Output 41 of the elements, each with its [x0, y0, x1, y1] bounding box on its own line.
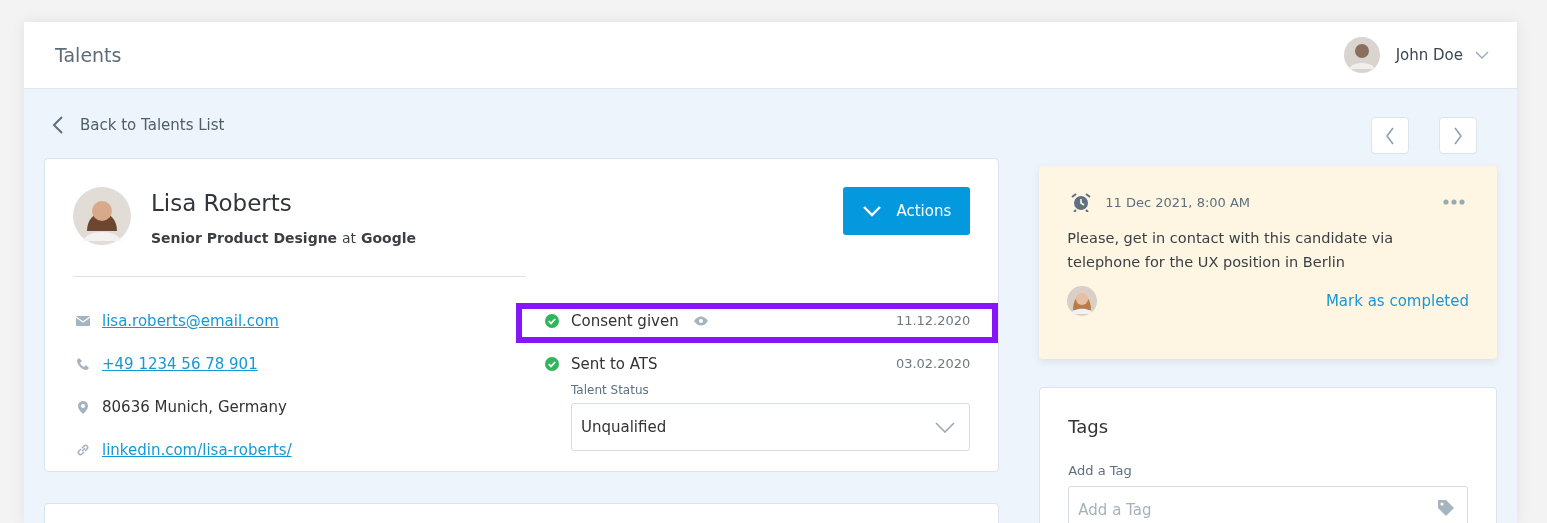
link-icon	[76, 442, 90, 457]
map-pin-icon	[76, 399, 90, 414]
user-name[interactable]: John Doe	[1395, 46, 1463, 64]
phone-icon	[76, 356, 90, 371]
avatar-icon	[73, 187, 131, 245]
contact-text: 80636 Munich, Germany	[102, 397, 287, 416]
contact-link[interactable]: lisa.roberts@email.com	[102, 311, 279, 330]
chevron-down-icon	[862, 205, 883, 217]
mail-icon	[76, 313, 90, 328]
eye-icon[interactable]	[692, 315, 709, 326]
status-date: 03.02.2020	[895, 356, 971, 371]
status-dropdown[interactable]: Unqualified	[571, 403, 971, 451]
more-icon[interactable]	[1443, 199, 1465, 205]
status-label: Sent to ATS	[571, 354, 658, 373]
job-title: Senior Product Designe at Google	[151, 230, 417, 246]
next-button[interactable]	[1439, 117, 1477, 154]
mark-completed-link[interactable]: Mark as completed	[1325, 292, 1469, 310]
reminder-text: Please, get in contact with this candidate via telephone for the UX position in Berlin	[1067, 229, 1395, 272]
avatar-icon	[1067, 286, 1098, 316]
previous-button[interactable]	[1371, 117, 1409, 154]
alarm-clock-icon	[1071, 192, 1092, 212]
tag-icon	[1436, 498, 1456, 518]
actions-button[interactable]: Actions	[843, 187, 971, 235]
status-date: 11.12.2020	[895, 313, 971, 328]
contact-link[interactable]: linkedin.com/lisa-roberts/	[102, 440, 292, 459]
page-title: Talents	[55, 44, 122, 66]
chevron-down-icon	[935, 421, 956, 433]
talent-name: Lisa Roberts	[151, 190, 293, 216]
field-label: Add a Tag	[1068, 463, 1133, 478]
status-label: Consent given	[571, 311, 679, 330]
chevron-down-icon[interactable]	[1475, 51, 1489, 59]
contact-link[interactable]: +49 1234 56 78 901	[102, 354, 258, 373]
tag-input-field[interactable]: Add a Tag	[1068, 486, 1468, 523]
avatar-icon	[1343, 37, 1380, 73]
field-label: Talent Status	[571, 383, 650, 397]
card-title: Tags	[1068, 416, 1110, 437]
chevron-left-icon	[52, 115, 64, 135]
chevron-right-icon	[1453, 126, 1463, 145]
reminder-time: 11 Dec 2021, 8:00 AM	[1105, 194, 1251, 210]
back-link[interactable]: Back to Talents List	[52, 113, 225, 137]
chevron-left-icon	[1385, 126, 1395, 145]
